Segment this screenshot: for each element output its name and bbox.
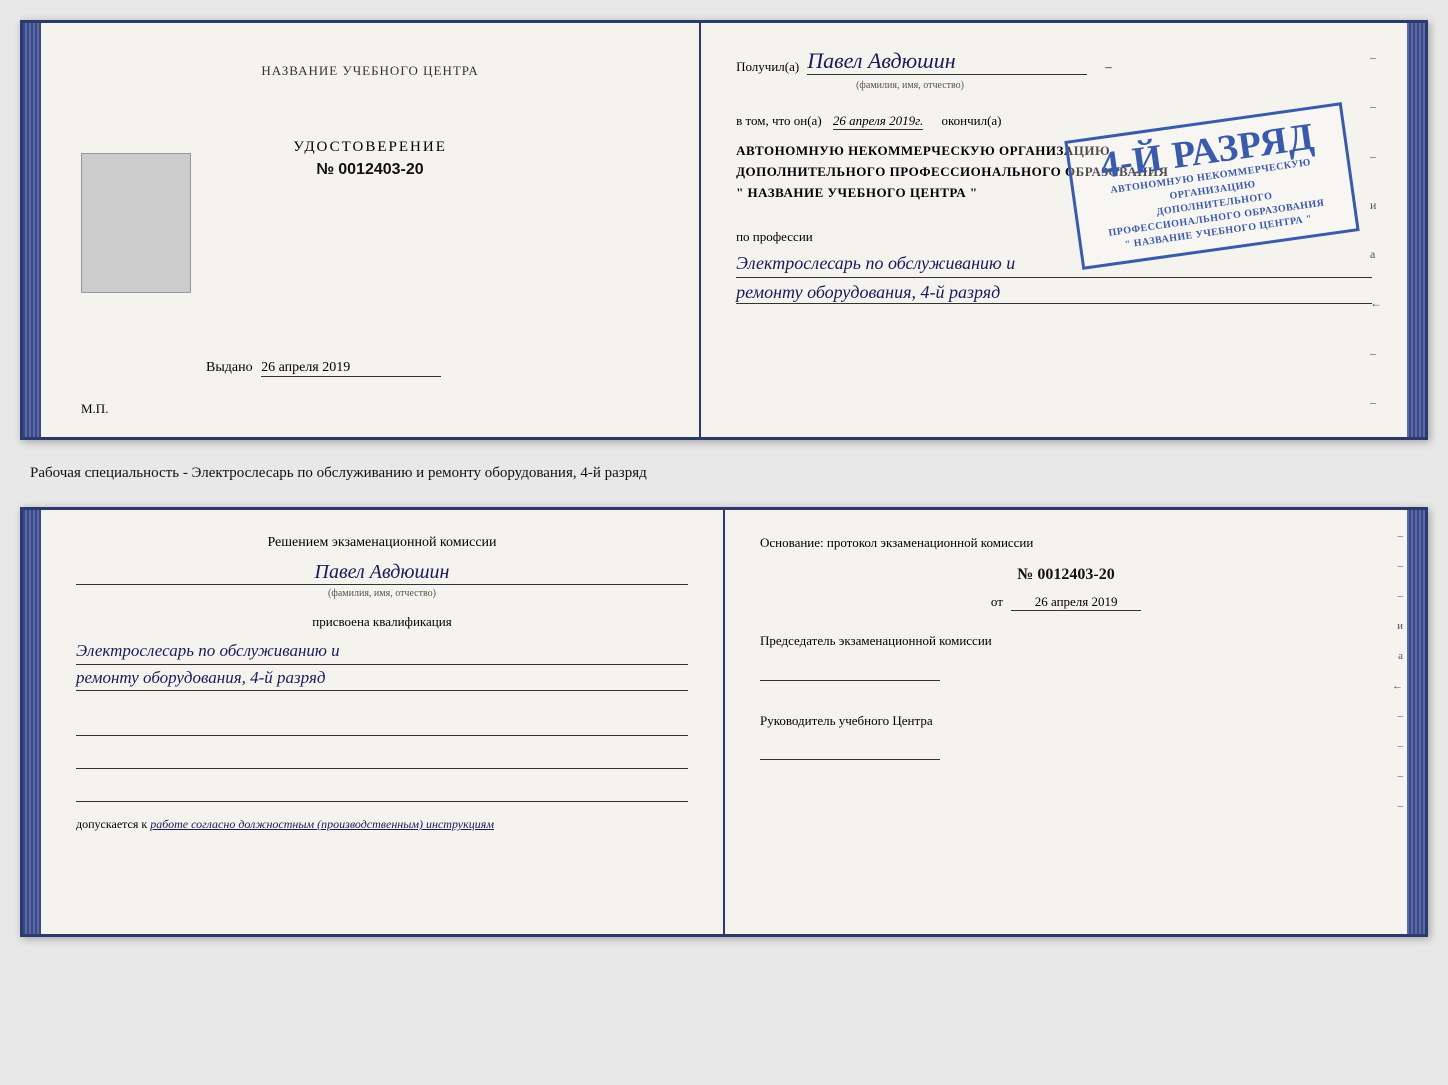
top-left-page: НАЗВАНИЕ УЧЕБНОГО ЦЕНТРА УДОСТОВЕРЕНИЕ №… [41,23,701,437]
page-wrapper: НАЗВАНИЕ УЧЕБНОГО ЦЕНТРА УДОСТОВЕРЕНИЕ №… [20,20,1428,937]
chairman-sig-line [760,656,940,681]
mark-arrow: ← [1370,296,1382,311]
left-page-title: НАЗВАНИЕ УЧЕБНОГО ЦЕНТРА [261,63,478,79]
dash2: – [1370,99,1382,114]
chairman-label: Председатель экзаменационной комиссии [760,631,1372,681]
org-stamp-area: АВТОНОМНУЮ НЕКОММЕРЧЕСКУЮ ОРГАНИЗАЦИЮ ДО… [736,141,1372,203]
right-side-marks-bottom: – – – и а ← – – – – [1389,530,1403,914]
bottom-document: Решением экзаменационной комиссии Павел … [20,507,1428,937]
photo-placeholder [81,153,191,293]
commission-title: Решением экзаменационной комиссии [76,535,688,551]
mark-a: а [1370,247,1382,262]
bmark8: – [1398,740,1404,752]
cert-type-label: УДОСТОВЕРЕНИЕ [293,139,447,156]
doc-bottom-spine [23,510,41,934]
separator-text: Рабочая специальность - Электрослесарь п… [20,458,1428,489]
допускается-label: допускается к [76,817,147,831]
qualification-label: присвоена квалификация [76,614,688,630]
top-document: НАЗВАНИЕ УЧЕБНОГО ЦЕНТРА УДОСТОВЕРЕНИЕ №… [20,20,1428,440]
received-label: Получил(а) [736,59,799,75]
recipient-dash: – [1105,59,1112,75]
fio-hint-top: (фамилия, имя, отчество) [856,80,1372,91]
issued-line: Выдано 26 апреля 2019 [206,360,659,377]
bmark2: – [1398,560,1404,572]
sig-line2 [76,744,688,769]
dash8: – [1370,395,1382,410]
doc-right-edge-top [1407,23,1425,437]
completion-date: 26 апреля 2019г. [833,113,923,130]
recipient-line: Получил(а) Павел Авдюшин – [736,48,1372,75]
dash3: – [1370,149,1382,164]
bmark-i: и [1397,620,1403,632]
sig-line3 [76,777,688,802]
profession-text-line2: ремонту оборудования, 4-й разряд [736,282,1372,304]
qual-line2: ремонту оборудования, 4-й разряд [76,665,688,692]
bmark3: – [1398,590,1404,602]
mp-label: М.П. [81,401,108,417]
cert-number: № 0012403-20 [316,161,423,179]
bmark7: – [1398,710,1404,722]
person-name-large: Павел Авдюшин [76,561,688,585]
допускается-line: допускается к работе согласно должностны… [76,817,688,832]
doc-left-spine [23,23,41,437]
mark-i: и [1370,198,1382,213]
issued-date: 26 апреля 2019 [261,360,441,377]
bottom-right-page: Основание: протокол экзаменационной коми… [725,510,1407,934]
director-label: Руководитель учебного Центра [760,711,1372,761]
doc-right-edge-bottom [1407,510,1425,934]
director-sig-line [760,735,940,760]
signature-lines [76,711,688,802]
bmark-a: а [1398,650,1403,662]
protocol-date: от 26 апреля 2019 [760,594,1372,611]
osnov-title: Основание: протокол экзаменационной коми… [760,535,1372,551]
qual-line1: Электрослесарь по обслуживанию и [76,638,688,665]
protocol-number: № 0012403-20 [760,566,1372,584]
bmark-arr: ← [1392,680,1403,692]
right-dashes: – – – и а ← – – [1370,23,1382,437]
qualification-text: Электрослесарь по обслуживанию и ремонту… [76,638,688,691]
protocol-date-val: 26 апреля 2019 [1011,594,1141,611]
fio-hint-bottom: (фамилия, имя, отчество) [76,588,688,599]
bmark1: – [1398,530,1404,542]
finished-label: окончил(а) [941,113,1001,128]
recipient-name: Павел Авдюшин [807,48,1087,75]
in-that-label: в том, что он(а) [736,113,822,128]
bottom-left-page: Решением экзаменационной комиссии Павел … [41,510,725,934]
issued-label: Выдано [206,360,253,375]
допускается-text: работе согласно должностным (производств… [150,817,494,831]
dash7: – [1370,346,1382,361]
date-prefix: от [991,594,1003,609]
cert-middle-area: УДОСТОВЕРЕНИЕ № 0012403-20 [293,139,447,179]
bmark9: – [1398,770,1404,782]
dash1: – [1370,50,1382,65]
sig-line1 [76,711,688,736]
bmark10: – [1398,800,1404,812]
profession-text-line1: Электрослесарь по обслуживанию и [736,250,1372,278]
top-right-page: Получил(а) Павел Авдюшин – (фамилия, имя… [701,23,1407,437]
